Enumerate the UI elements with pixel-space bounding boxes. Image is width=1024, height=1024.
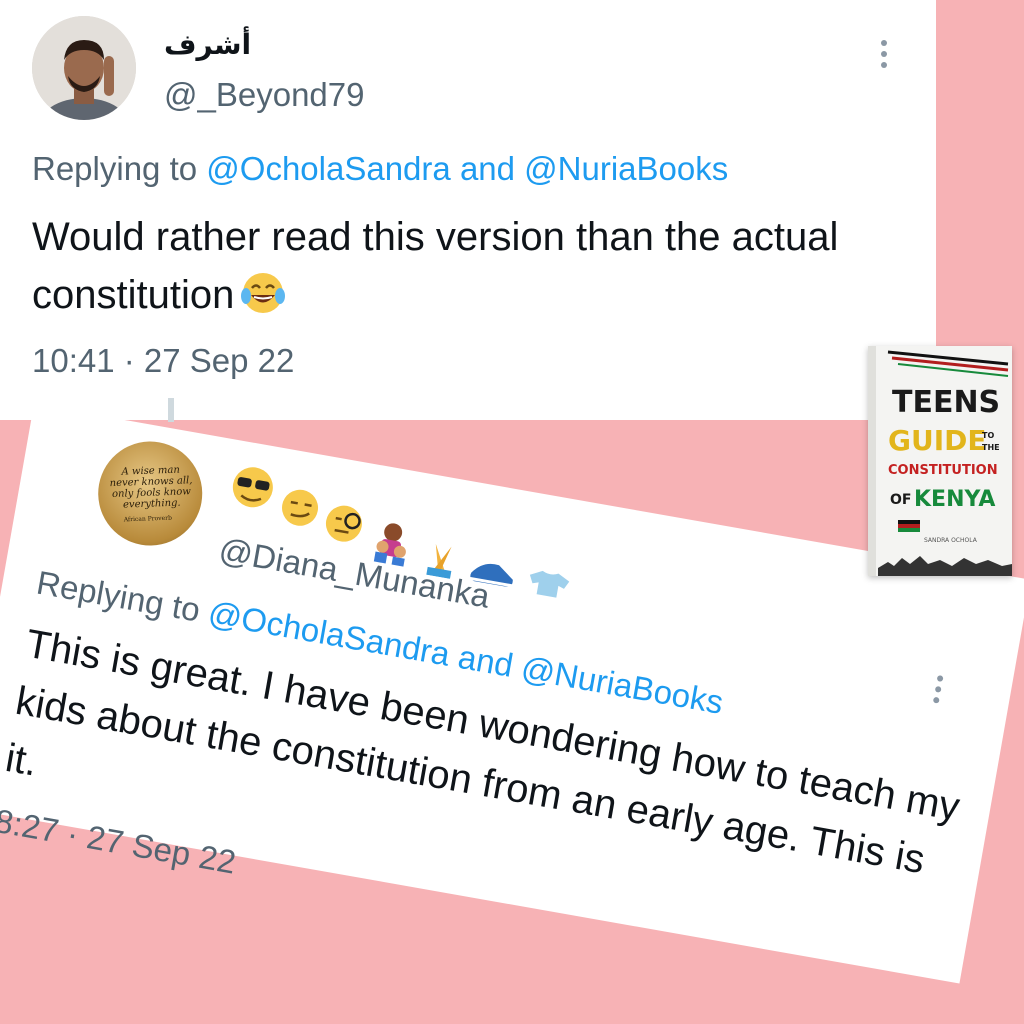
user-handle[interactable]: @_Beyond79: [164, 76, 364, 114]
tweet-card-beyond79[interactable]: أشرف @_Beyond79 Replying to @OcholaSandr…: [0, 0, 936, 420]
and-word: and: [459, 150, 515, 187]
replying-to-line: Replying to @OcholaSandra and @NuriaBook…: [32, 150, 728, 188]
book-title-line1: TEENS: [892, 385, 1000, 420]
book-title-line4: KENYA: [914, 487, 995, 512]
smirk-face-icon: [282, 489, 319, 526]
book-cover-image: TEENS GUIDE TO THE CONSTITUTION OF KENYA…: [868, 346, 1012, 576]
book-author: SANDRA OCHOLA: [924, 537, 978, 544]
more-options-icon[interactable]: [876, 40, 892, 76]
mention-link-ocholasandra[interactable]: @OcholaSandra: [206, 150, 450, 187]
book-title-to: TO: [982, 431, 994, 440]
mention-link-nuriabooks[interactable]: @NuriaBooks: [524, 150, 728, 187]
avatar[interactable]: A wise man never knows all, only fools k…: [89, 433, 211, 554]
monocle-face-icon: [325, 505, 362, 542]
more-options-icon[interactable]: [926, 674, 948, 712]
timestamp[interactable]: 10:41 · 27 Sep 22: [32, 342, 294, 380]
book-title-of: OF: [890, 492, 911, 508]
thread-connector-line: [168, 398, 174, 422]
tweet-text: Would rather read this version than the …: [32, 208, 912, 324]
kenya-flag-icon: [898, 520, 920, 532]
book-title-the: THE: [982, 443, 1000, 452]
display-name[interactable]: أشرف: [164, 28, 251, 61]
book-title-line3: CONSTITUTION: [888, 463, 998, 478]
and-word: and: [455, 637, 517, 684]
avatar[interactable]: [32, 16, 136, 120]
book-title-line2: GUIDE: [888, 424, 987, 457]
replying-prefix: Replying to: [32, 150, 198, 187]
avatar-quote-text: A wise man never knows all, only fools k…: [109, 464, 193, 511]
sunglasses-face-icon: [232, 467, 273, 508]
avatar-attribution: African Proverb: [123, 514, 172, 524]
tshirt-icon: [529, 570, 570, 604]
tweet-text-content: Would rather read this version than the …: [32, 215, 839, 317]
face-with-tears-of-joy-icon: [240, 270, 286, 316]
